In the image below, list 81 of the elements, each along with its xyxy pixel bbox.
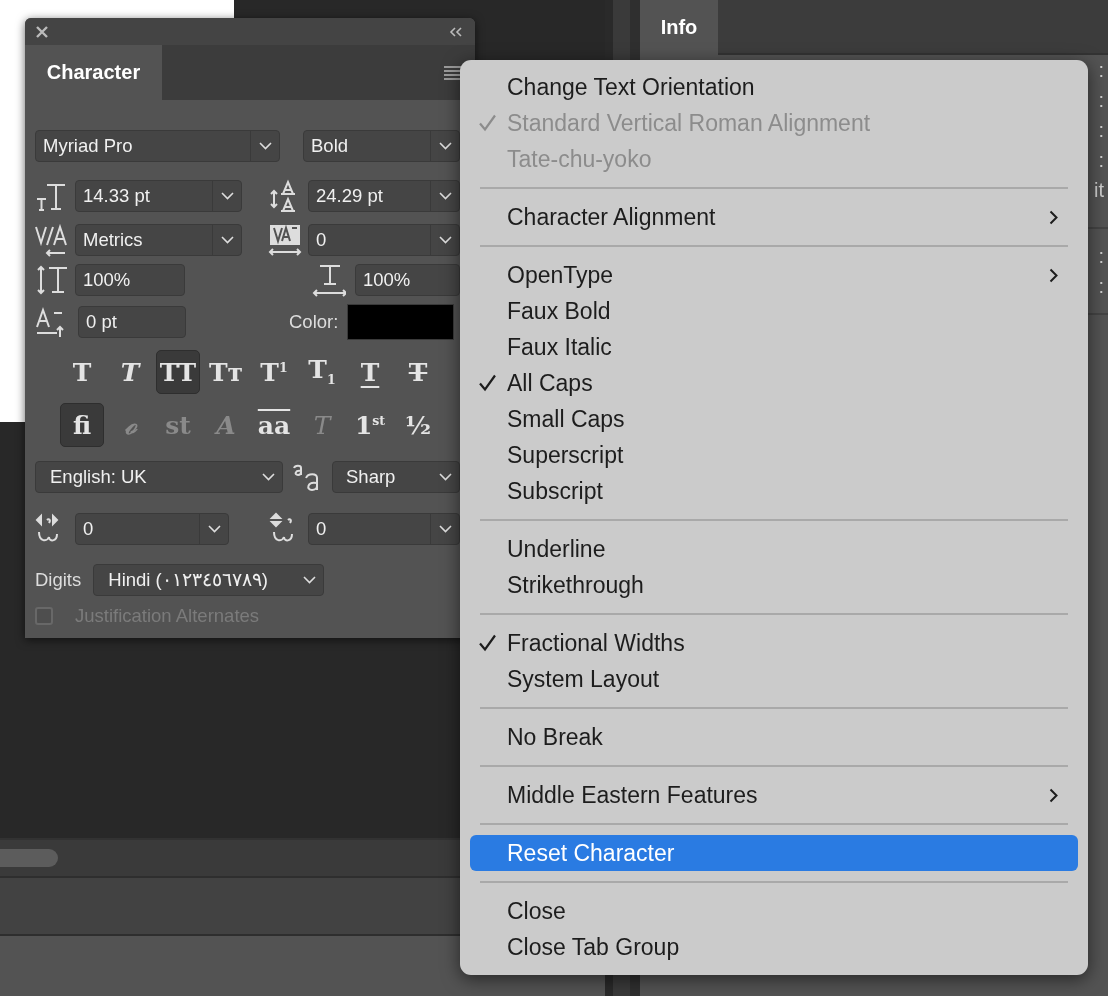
chevron-down-icon bbox=[220, 192, 234, 200]
font-size-field[interactable]: 14.33 pt bbox=[75, 180, 242, 212]
menu-item[interactable]: Faux Italic bbox=[470, 329, 1078, 365]
horizontal-scale-field[interactable]: 100% bbox=[355, 264, 460, 296]
readout-label: it bbox=[1094, 178, 1104, 203]
font-style-dropdown[interactable]: Bold bbox=[303, 130, 460, 162]
menu-item[interactable]: Close bbox=[470, 893, 1078, 929]
menu-item[interactable]: Strikethrough bbox=[470, 567, 1078, 603]
menu-item[interactable]: OpenType bbox=[470, 257, 1078, 293]
language-dropdown[interactable]: English: UK bbox=[35, 461, 283, 493]
vertical-scale-field[interactable]: 100% bbox=[75, 264, 185, 296]
menu-item[interactable]: Close Tab Group bbox=[470, 929, 1078, 965]
chevron-down-icon bbox=[207, 525, 221, 533]
chevron-down-icon bbox=[220, 236, 234, 244]
scrollbar-thumb[interactable] bbox=[0, 849, 58, 867]
chevron-down-icon bbox=[258, 142, 272, 150]
character-tab[interactable]: Character bbox=[25, 45, 162, 100]
text-style-button[interactable]: Tᴛ bbox=[204, 350, 248, 394]
baseline-shift-field[interactable]: 0 pt bbox=[78, 306, 186, 338]
check-icon bbox=[478, 114, 497, 132]
tracking-icon bbox=[268, 223, 302, 257]
kerning-icon bbox=[35, 223, 69, 257]
info-tab[interactable]: Info bbox=[640, 0, 718, 55]
chevron-right-icon bbox=[1049, 787, 1058, 803]
chevron-down-icon bbox=[438, 236, 452, 244]
text-style-button[interactable]: T bbox=[396, 350, 440, 394]
menu-item[interactable]: Fractional Widths bbox=[470, 625, 1078, 661]
digits-label: Digits bbox=[35, 569, 82, 591]
readout-label: : bbox=[1098, 118, 1104, 143]
menu-item[interactable]: Faux Bold bbox=[470, 293, 1078, 329]
opentype-button[interactable]: 1$^{st}$ bbox=[348, 403, 392, 447]
check-icon bbox=[478, 374, 497, 392]
font-family-dropdown[interactable]: Myriad Pro bbox=[35, 130, 280, 162]
text-style-button[interactable]: T bbox=[108, 350, 152, 394]
chevron-down-icon bbox=[302, 576, 316, 584]
antialias-dropdown[interactable]: Sharp bbox=[332, 461, 460, 493]
readout-label: : bbox=[1098, 244, 1104, 269]
collapse-icon[interactable] bbox=[449, 26, 463, 37]
menu-item[interactable]: No Break bbox=[470, 719, 1078, 755]
menu-icon[interactable] bbox=[444, 65, 461, 80]
kerning-dropdown[interactable]: Metrics bbox=[75, 224, 242, 256]
close-icon[interactable] bbox=[36, 25, 48, 38]
readout-label: : bbox=[1098, 274, 1104, 299]
text-style-button[interactable]: T$_{1}$ bbox=[300, 350, 344, 394]
kashida-field[interactable]: 0 bbox=[75, 513, 229, 545]
readout-label: : bbox=[1098, 58, 1104, 83]
text-style-button[interactable]: T bbox=[60, 350, 104, 394]
opentype-button[interactable]: aa bbox=[252, 403, 296, 447]
menu-item[interactable]: All Caps bbox=[470, 365, 1078, 401]
menu-item[interactable]: Subscript bbox=[470, 473, 1078, 509]
vertical-scale-icon bbox=[35, 263, 69, 297]
menu-item[interactable]: Middle Eastern Features bbox=[470, 777, 1078, 813]
menu-item[interactable]: Small Caps bbox=[470, 401, 1078, 437]
menu-item[interactable]: Underline bbox=[470, 531, 1078, 567]
menu-item[interactable]: System Layout bbox=[470, 661, 1078, 697]
opentype-button[interactable]: fi bbox=[60, 403, 104, 447]
chevron-down-icon bbox=[438, 525, 452, 533]
check-icon bbox=[478, 634, 497, 652]
kashida-field[interactable]: 0 bbox=[308, 513, 460, 545]
readout-label: : bbox=[1098, 88, 1104, 113]
text-style-button[interactable]: TT bbox=[156, 350, 200, 394]
chevron-down-icon bbox=[438, 192, 452, 200]
menu-item[interactable]: Superscript bbox=[470, 437, 1078, 473]
chevron-down-icon bbox=[438, 142, 452, 150]
text-style-button[interactable]: T bbox=[348, 350, 392, 394]
digits-dropdown[interactable]: Hindi (٠١٢٣٤٥٦٧٨٩) bbox=[93, 564, 325, 596]
horizontal-scale-icon bbox=[312, 263, 346, 297]
chevron-right-icon bbox=[1049, 209, 1058, 225]
menu-item[interactable]: Change Text Orientation bbox=[470, 69, 1078, 105]
color-swatch[interactable] bbox=[347, 304, 455, 340]
tracking-field[interactable]: 0 bbox=[308, 224, 460, 256]
text-style-button[interactable]: T$^{1}$ bbox=[252, 350, 296, 394]
leading-field[interactable]: 24.29 pt bbox=[308, 180, 460, 212]
menu-item[interactable]: Reset Character bbox=[470, 835, 1078, 871]
chevron-down-icon bbox=[261, 473, 275, 481]
opentype-button[interactable]: ½ bbox=[396, 403, 440, 447]
menu-item[interactable]: Character Alignment bbox=[470, 199, 1078, 235]
chevron-right-icon bbox=[1049, 267, 1058, 283]
color-label: Color: bbox=[289, 311, 339, 333]
chevron-down-icon bbox=[438, 473, 452, 481]
readout-label: : bbox=[1098, 148, 1104, 173]
